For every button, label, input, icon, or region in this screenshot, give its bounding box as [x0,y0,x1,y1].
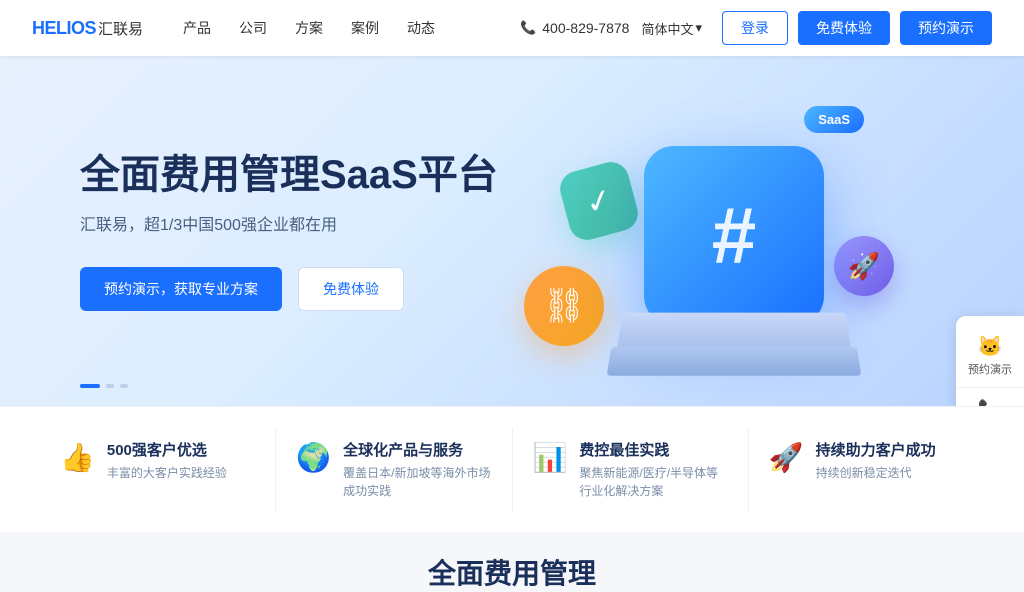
phone-icon: 📞 [520,20,536,36]
hero-subtitle: 汇联易，超1/3中国500强企业都在用 [80,211,498,235]
hero-section: 全面费用管理SaaS平台 汇联易，超1/3中国500强企业都在用 预约演示，获取… [0,56,1024,406]
feature-item-0: 👍 500强客户优选 丰富的大客户实践经验 [40,427,276,512]
feature-title-2: 费控最佳实践 [579,439,727,460]
nav-actions: 登录 免费体验 预约演示 [722,11,992,45]
chevron-down-icon: ▾ [695,20,702,36]
features-section: 👍 500强客户优选 丰富的大客户实践经验 🌍 全球化产品与服务 覆盖日本/新加… [0,406,1024,532]
feature-desc-3: 持续创新稳定迭代 [816,464,936,482]
nav-item-solutions[interactable]: 方案 [295,18,323,38]
feature-desc-2: 聚焦新能源/医疗/半导体等行业化解决方案 [579,464,727,500]
feature-desc-1: 覆盖日本/新加坡等海外市场成功实践 [343,464,491,500]
feature-title-1: 全球化产品与服务 [343,439,491,460]
bottom-title: 全面费用管理 [0,552,1024,592]
feature-text-0: 500强客户优选 丰富的大客户实践经验 [107,439,227,482]
phone-call-icon: 📞 [978,398,1003,406]
dot-active [80,384,100,388]
saas-badge: SaaS [804,106,864,133]
feature-title-3: 持续助力客户成功 [816,439,936,460]
free-trial-button[interactable]: 免费体验 [798,11,890,45]
nav-language[interactable]: 简体中文 ▾ [641,19,702,38]
logo: HELIOS 汇联易 [32,18,143,39]
platform-base-2 [607,347,862,376]
hero-free-button[interactable]: 免费体验 [298,267,404,311]
feature-title-0: 500强客户优选 [107,439,227,460]
demo-button[interactable]: 预约演示 [900,11,992,45]
logo-helios: HELIOS [32,18,96,39]
side-panel-demo[interactable]: 🐱 预约演示 [956,324,1024,388]
hero-dots [80,384,128,388]
feature-item-3: 🚀 持续助力客户成功 持续创新稳定迭代 [749,427,984,512]
chart-icon: 📊 [533,441,568,474]
hero-buttons: 预约演示，获取专业方案 免费体验 [80,267,498,311]
rocket-icon: 🚀 [769,441,804,474]
language-label: 简体中文 [641,19,693,38]
feature-desc-0: 丰富的大客户实践经验 [107,464,227,482]
navbar: HELIOS 汇联易 产品 公司 方案 案例 动态 📞 400-829-7878… [0,0,1024,56]
feature-text-3: 持续助力客户成功 持续创新稳定迭代 [816,439,936,482]
side-panel-phone[interactable]: 📞 电话咨询 [956,388,1024,406]
side-panel-demo-label: 预约演示 [968,363,1012,377]
nav-item-company[interactable]: 公司 [239,18,267,38]
bottom-section: 全面费用管理 [0,532,1024,592]
hero-content: 全面费用管理SaaS平台 汇联易，超1/3中国500强企业都在用 预约演示，获取… [0,151,498,311]
float-link-icon: ⛓ [524,266,604,346]
nav-phone: 📞 400-829-7878 [520,20,629,36]
dot-inactive-2 [120,384,128,388]
logo-brand: 汇联易 [98,18,143,39]
platform-hash-symbol: # [712,196,757,276]
feature-item-1: 🌍 全球化产品与服务 覆盖日本/新加坡等海外市场成功实践 [276,427,512,512]
globe-icon: 🌍 [296,441,331,474]
feature-item-2: 📊 费控最佳实践 聚焦新能源/医疗/半导体等行业化解决方案 [513,427,749,512]
dot-inactive-1 [106,384,114,388]
nav-links: 产品 公司 方案 案例 动态 [183,18,520,38]
phone-number: 400-829-7878 [542,20,629,36]
hero-title: 全面费用管理SaaS平台 [80,151,498,199]
nav-item-cases[interactable]: 案例 [351,18,379,38]
hero-demo-button[interactable]: 预约演示，获取专业方案 [80,267,282,311]
hero-illustration: SaaS ✓ ⛓ 🚀 # [504,76,924,386]
float-rocket-icon: 🚀 [834,236,894,296]
nav-item-products[interactable]: 产品 [183,18,211,38]
feature-text-1: 全球化产品与服务 覆盖日本/新加坡等海外市场成功实践 [343,439,491,500]
thumbs-up-icon: 👍 [60,441,95,474]
login-button[interactable]: 登录 [722,11,788,45]
nav-item-news[interactable]: 动态 [407,18,435,38]
float-checkmark-icon: ✓ [556,158,642,244]
feature-text-2: 费控最佳实践 聚焦新能源/医疗/半导体等行业化解决方案 [579,439,727,500]
side-panel: 🐱 预约演示 📞 电话咨询 📱 App下载 [956,316,1024,406]
cat-mascot-icon: 🐱 [978,334,1003,359]
platform-box: # [644,146,824,326]
